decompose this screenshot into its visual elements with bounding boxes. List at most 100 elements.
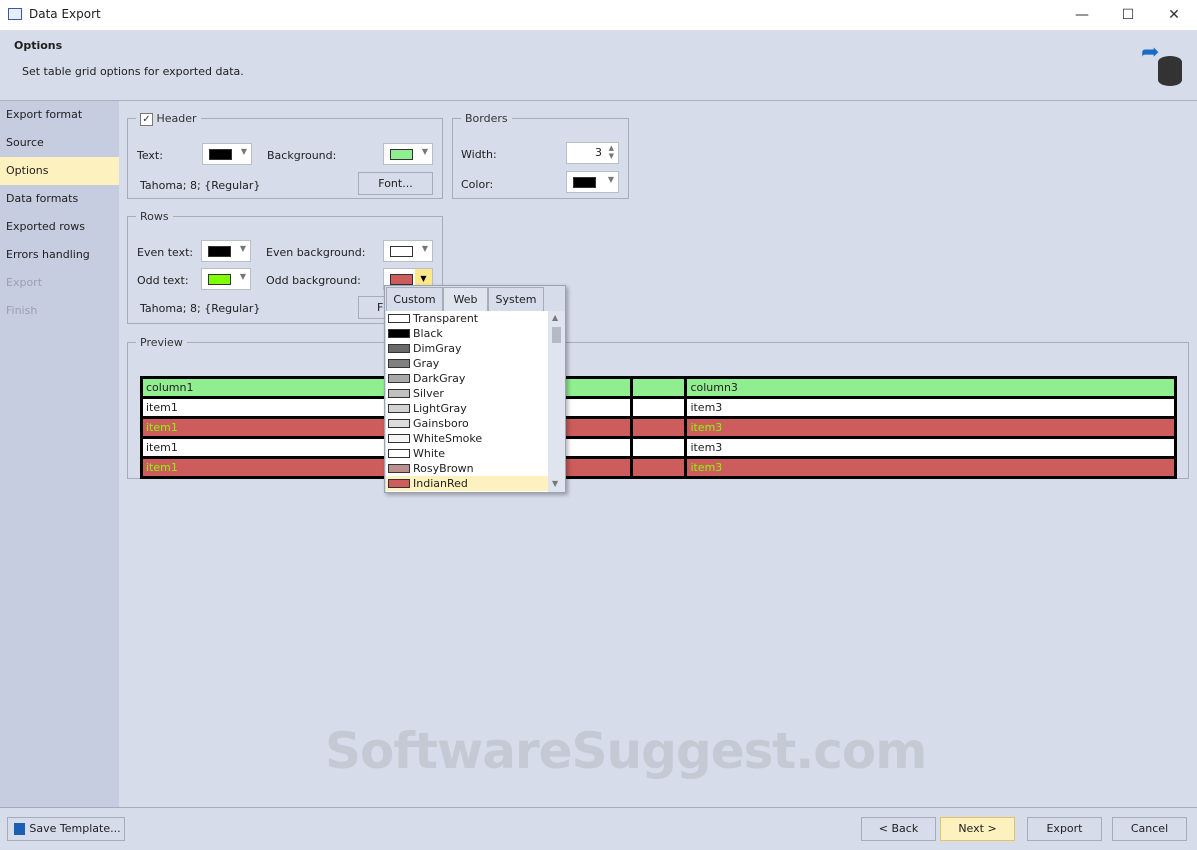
odd-text-color-picker[interactable]: ▼	[201, 268, 251, 290]
odd-background-label: Odd background:	[266, 274, 361, 287]
preview-header-row: column1 column3	[140, 376, 1177, 399]
color-name: DarkGray	[413, 372, 466, 385]
color-name: IndianRed	[413, 477, 468, 490]
color-list-scrollbar[interactable]: ▲ ▼	[548, 311, 565, 492]
cell	[629, 416, 688, 439]
save-template-button[interactable]: Save Template...	[7, 817, 125, 841]
color-list: Transparent Black DimGray Gray DarkGray …	[386, 311, 548, 492]
sidebar-item-errors-handling[interactable]: Errors handling	[0, 241, 119, 269]
cell	[629, 436, 688, 459]
chevron-down-icon: ▼	[240, 146, 247, 156]
color-dropdown: Custom Web System Transparent Black DimG…	[384, 285, 566, 493]
color-name: LightGray	[413, 402, 467, 415]
border-width-spinner[interactable]: 3 ▲ ▼	[566, 142, 619, 164]
color-name: Gray	[413, 357, 440, 370]
scroll-up-icon[interactable]: ▲	[552, 313, 558, 322]
header-cell: column3	[684, 376, 1177, 399]
rows-font-description: Tahoma; 8; {Regular}	[140, 302, 261, 315]
window-title: Data Export	[29, 7, 101, 21]
header-background-color-picker[interactable]: ▼	[383, 142, 433, 165]
watermark: SoftwareSuggest.com	[325, 722, 927, 780]
sidebar-item-export-format[interactable]: Export format	[0, 101, 119, 129]
color-name: Black	[413, 327, 443, 340]
next-button[interactable]: Next >	[940, 817, 1015, 841]
wizard-header: Options Set table grid options for expor…	[0, 30, 1197, 101]
tab-system[interactable]: System	[488, 287, 544, 312]
color-item-dimgray[interactable]: DimGray	[386, 341, 548, 356]
color-swatch	[388, 449, 410, 458]
header-text-label: Text:	[137, 148, 163, 162]
sidebar-item-exported-rows[interactable]: Exported rows	[0, 213, 119, 241]
sidebar-item-finish: Finish	[6, 304, 38, 317]
tab-custom[interactable]: Custom	[386, 287, 443, 312]
color-item-gainsboro[interactable]: Gainsboro	[386, 416, 548, 431]
color-name: Silver	[413, 387, 444, 400]
color-item-gray[interactable]: Gray	[386, 356, 548, 371]
color-swatch	[388, 389, 410, 398]
color-item-lightgray[interactable]: LightGray	[386, 401, 548, 416]
wizard-steps: Export format Source Options Data format…	[0, 101, 119, 807]
export-button[interactable]: Export	[1027, 817, 1102, 841]
color-swatch	[388, 329, 410, 338]
odd-text-label: Odd text:	[137, 274, 189, 287]
preview-odd-row: item1 item3	[140, 456, 1177, 479]
page-title: Options	[14, 39, 63, 52]
header-cell	[629, 376, 688, 399]
spin-arrows-icon[interactable]: ▲ ▼	[609, 144, 614, 160]
sidebar-item-data-formats[interactable]: Data formats	[0, 185, 119, 213]
close-button[interactable]: ✕	[1151, 0, 1197, 30]
header-font-button[interactable]: Font...	[358, 171, 433, 195]
color-item-rosybrown[interactable]: RosyBrown	[386, 461, 548, 476]
color-swatch	[388, 479, 410, 488]
color-swatch	[388, 314, 410, 323]
sidebar-item-export: Export	[6, 276, 43, 289]
color-swatch	[208, 246, 231, 257]
color-swatch	[390, 274, 413, 285]
page-subtitle: Set table grid options for exported data…	[22, 65, 244, 78]
minimize-button[interactable]: —	[1059, 0, 1105, 30]
header-background-label: Background:	[267, 148, 337, 162]
color-swatch	[388, 344, 410, 353]
color-swatch	[388, 374, 410, 383]
color-item-black[interactable]: Black	[386, 326, 548, 341]
color-swatch	[388, 419, 410, 428]
cell	[629, 456, 688, 479]
color-swatch	[209, 148, 232, 160]
color-swatch	[573, 177, 596, 188]
preview-even-row: item1 item3	[140, 436, 1177, 459]
color-item-white[interactable]: White	[386, 446, 548, 461]
header-checkbox[interactable]: ✓	[140, 112, 153, 126]
even-text-color-picker[interactable]: ▼	[201, 240, 251, 262]
cell: item3	[684, 416, 1177, 439]
color-item-whitesmoke[interactable]: WhiteSmoke	[386, 431, 548, 446]
color-swatch	[390, 246, 413, 257]
preview-table: column1 column3 item1 item3 item1 item3 it…	[140, 376, 1177, 479]
color-swatch	[388, 464, 410, 473]
scrollbar-thumb[interactable]	[552, 327, 561, 343]
header-text-color-picker[interactable]: ▼	[202, 142, 252, 165]
color-name: DimGray	[413, 342, 462, 355]
title-bar: Data Export — ☐ ✕	[0, 0, 1197, 30]
cancel-button[interactable]: Cancel	[1112, 817, 1187, 841]
even-text-label: Even text:	[137, 246, 194, 259]
maximize-button[interactable]: ☐	[1105, 0, 1151, 30]
color-item-indianred[interactable]: IndianRed	[386, 476, 548, 491]
preview-odd-row: item1 item3	[140, 416, 1177, 439]
sidebar-item-source[interactable]: Source	[0, 129, 119, 157]
header-group: ✓ Header Text: ▼ Background: ▼ Tahoma; 8…	[127, 112, 443, 199]
color-item-transparent[interactable]: Transparent	[386, 311, 548, 326]
tab-web[interactable]: Web	[443, 287, 488, 312]
preview-group: Preview column1 column3 item1 item3 item1…	[127, 336, 1189, 479]
border-color-picker[interactable]: ▼	[566, 171, 619, 193]
back-button[interactable]: < Back	[861, 817, 936, 841]
chevron-down-icon: ▼	[239, 272, 246, 281]
color-item-darkgray[interactable]: DarkGray	[386, 371, 548, 386]
scroll-down-icon[interactable]: ▼	[552, 479, 558, 488]
color-name: WhiteSmoke	[413, 432, 483, 445]
color-name: White	[413, 447, 445, 460]
cell: item3	[684, 456, 1177, 479]
header-font-description: Tahoma; 8; {Regular}	[140, 178, 261, 192]
even-background-color-picker[interactable]: ▼	[383, 240, 433, 262]
sidebar-item-options[interactable]: Options	[0, 157, 119, 185]
color-item-silver[interactable]: Silver	[386, 386, 548, 401]
